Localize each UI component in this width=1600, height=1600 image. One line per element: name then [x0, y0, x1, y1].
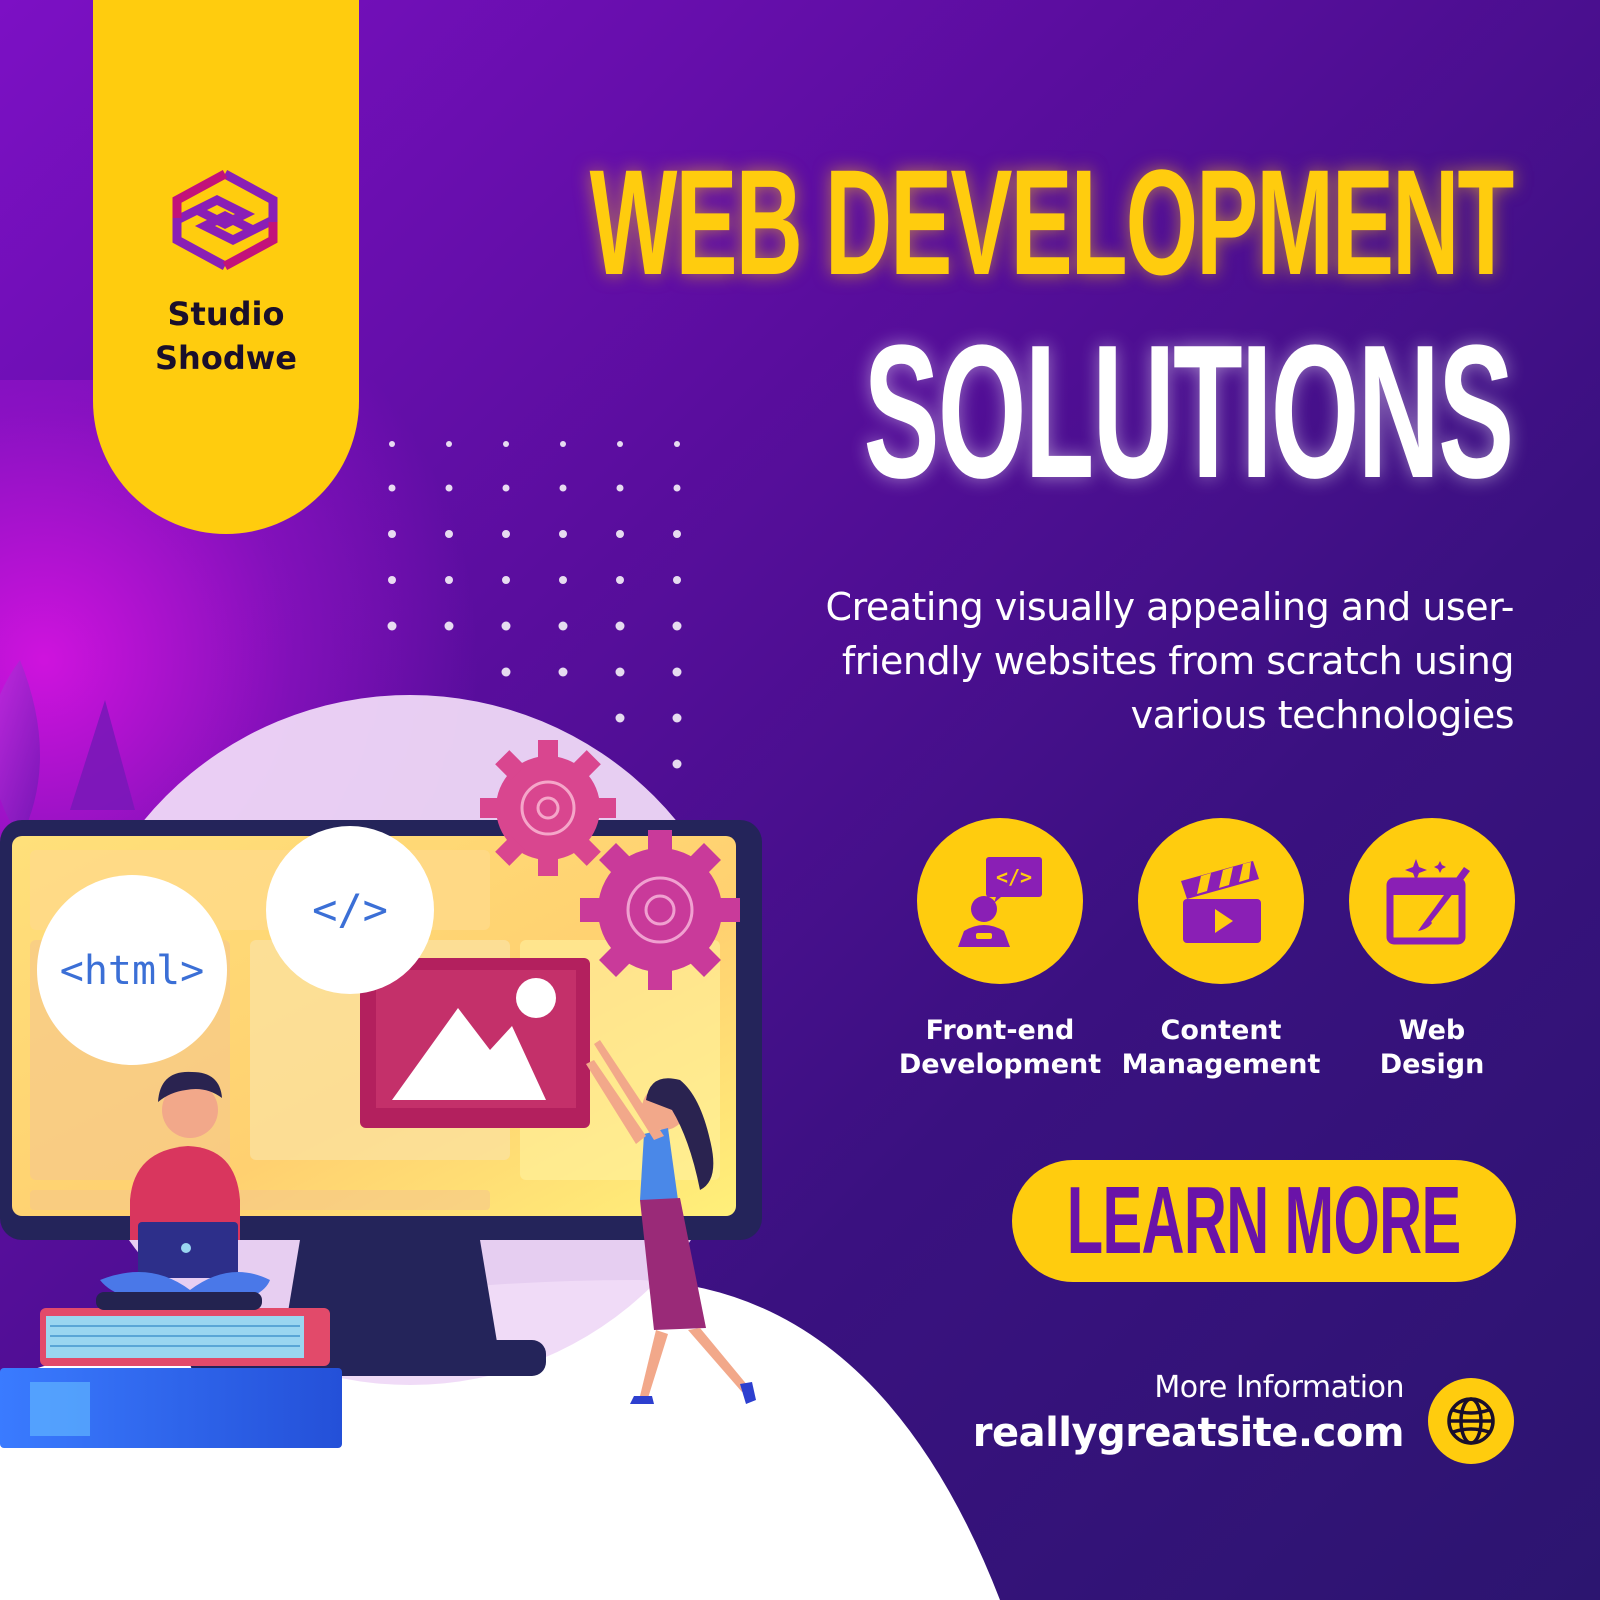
html-bubble: <html> [37, 875, 227, 1065]
gear-icon [480, 740, 616, 876]
code-bubble-text: </> [312, 885, 388, 934]
leaf-decoration [0, 660, 40, 840]
headline-line-2: SOLUTIONS [863, 306, 1514, 518]
globe-icon [1447, 1397, 1495, 1445]
service-content: Content Management [1111, 818, 1331, 1082]
html-bubble-text: <html> [60, 948, 205, 994]
image-card [360, 958, 590, 1128]
developer-illustration: <html> </> [0, 660, 1000, 1600]
website-url[interactable]: reallygreatsite.com [973, 1410, 1405, 1456]
headline-line-1: WEB DEVELOPMENT [589, 138, 1514, 306]
svg-text:</>: </> [996, 865, 1032, 889]
service-label: Web Design [1379, 1015, 1485, 1080]
service-label: Content Management [1121, 1015, 1321, 1080]
poster: Studio Shodwe WEB DEVELOPMENT SOLUTIONS … [0, 0, 1600, 1600]
hexagon-s-logo-icon [172, 170, 278, 270]
service-icon-circle [1349, 818, 1515, 984]
service-icon-circle [1138, 818, 1304, 984]
globe-button[interactable] [1428, 1378, 1514, 1464]
learn-more-button[interactable]: LEARN MORE [1012, 1160, 1516, 1282]
learn-more-label: LEARN MORE [1067, 1167, 1462, 1274]
more-info-label: More Information [1154, 1370, 1404, 1405]
book-stack [0, 1308, 342, 1448]
brand-tab: Studio Shodwe [93, 0, 359, 534]
services-row: </> Front-end Development Content Manage… [899, 818, 1532, 1088]
brand-name: Studio Shodwe [155, 295, 297, 377]
clapperboard-play-icon [1181, 861, 1261, 943]
code-bubble: </> [266, 826, 434, 994]
service-webdesign: Web Design [1322, 818, 1542, 1082]
browser-paintbrush-icon [1386, 859, 1470, 945]
leaf-decoration [70, 700, 135, 810]
